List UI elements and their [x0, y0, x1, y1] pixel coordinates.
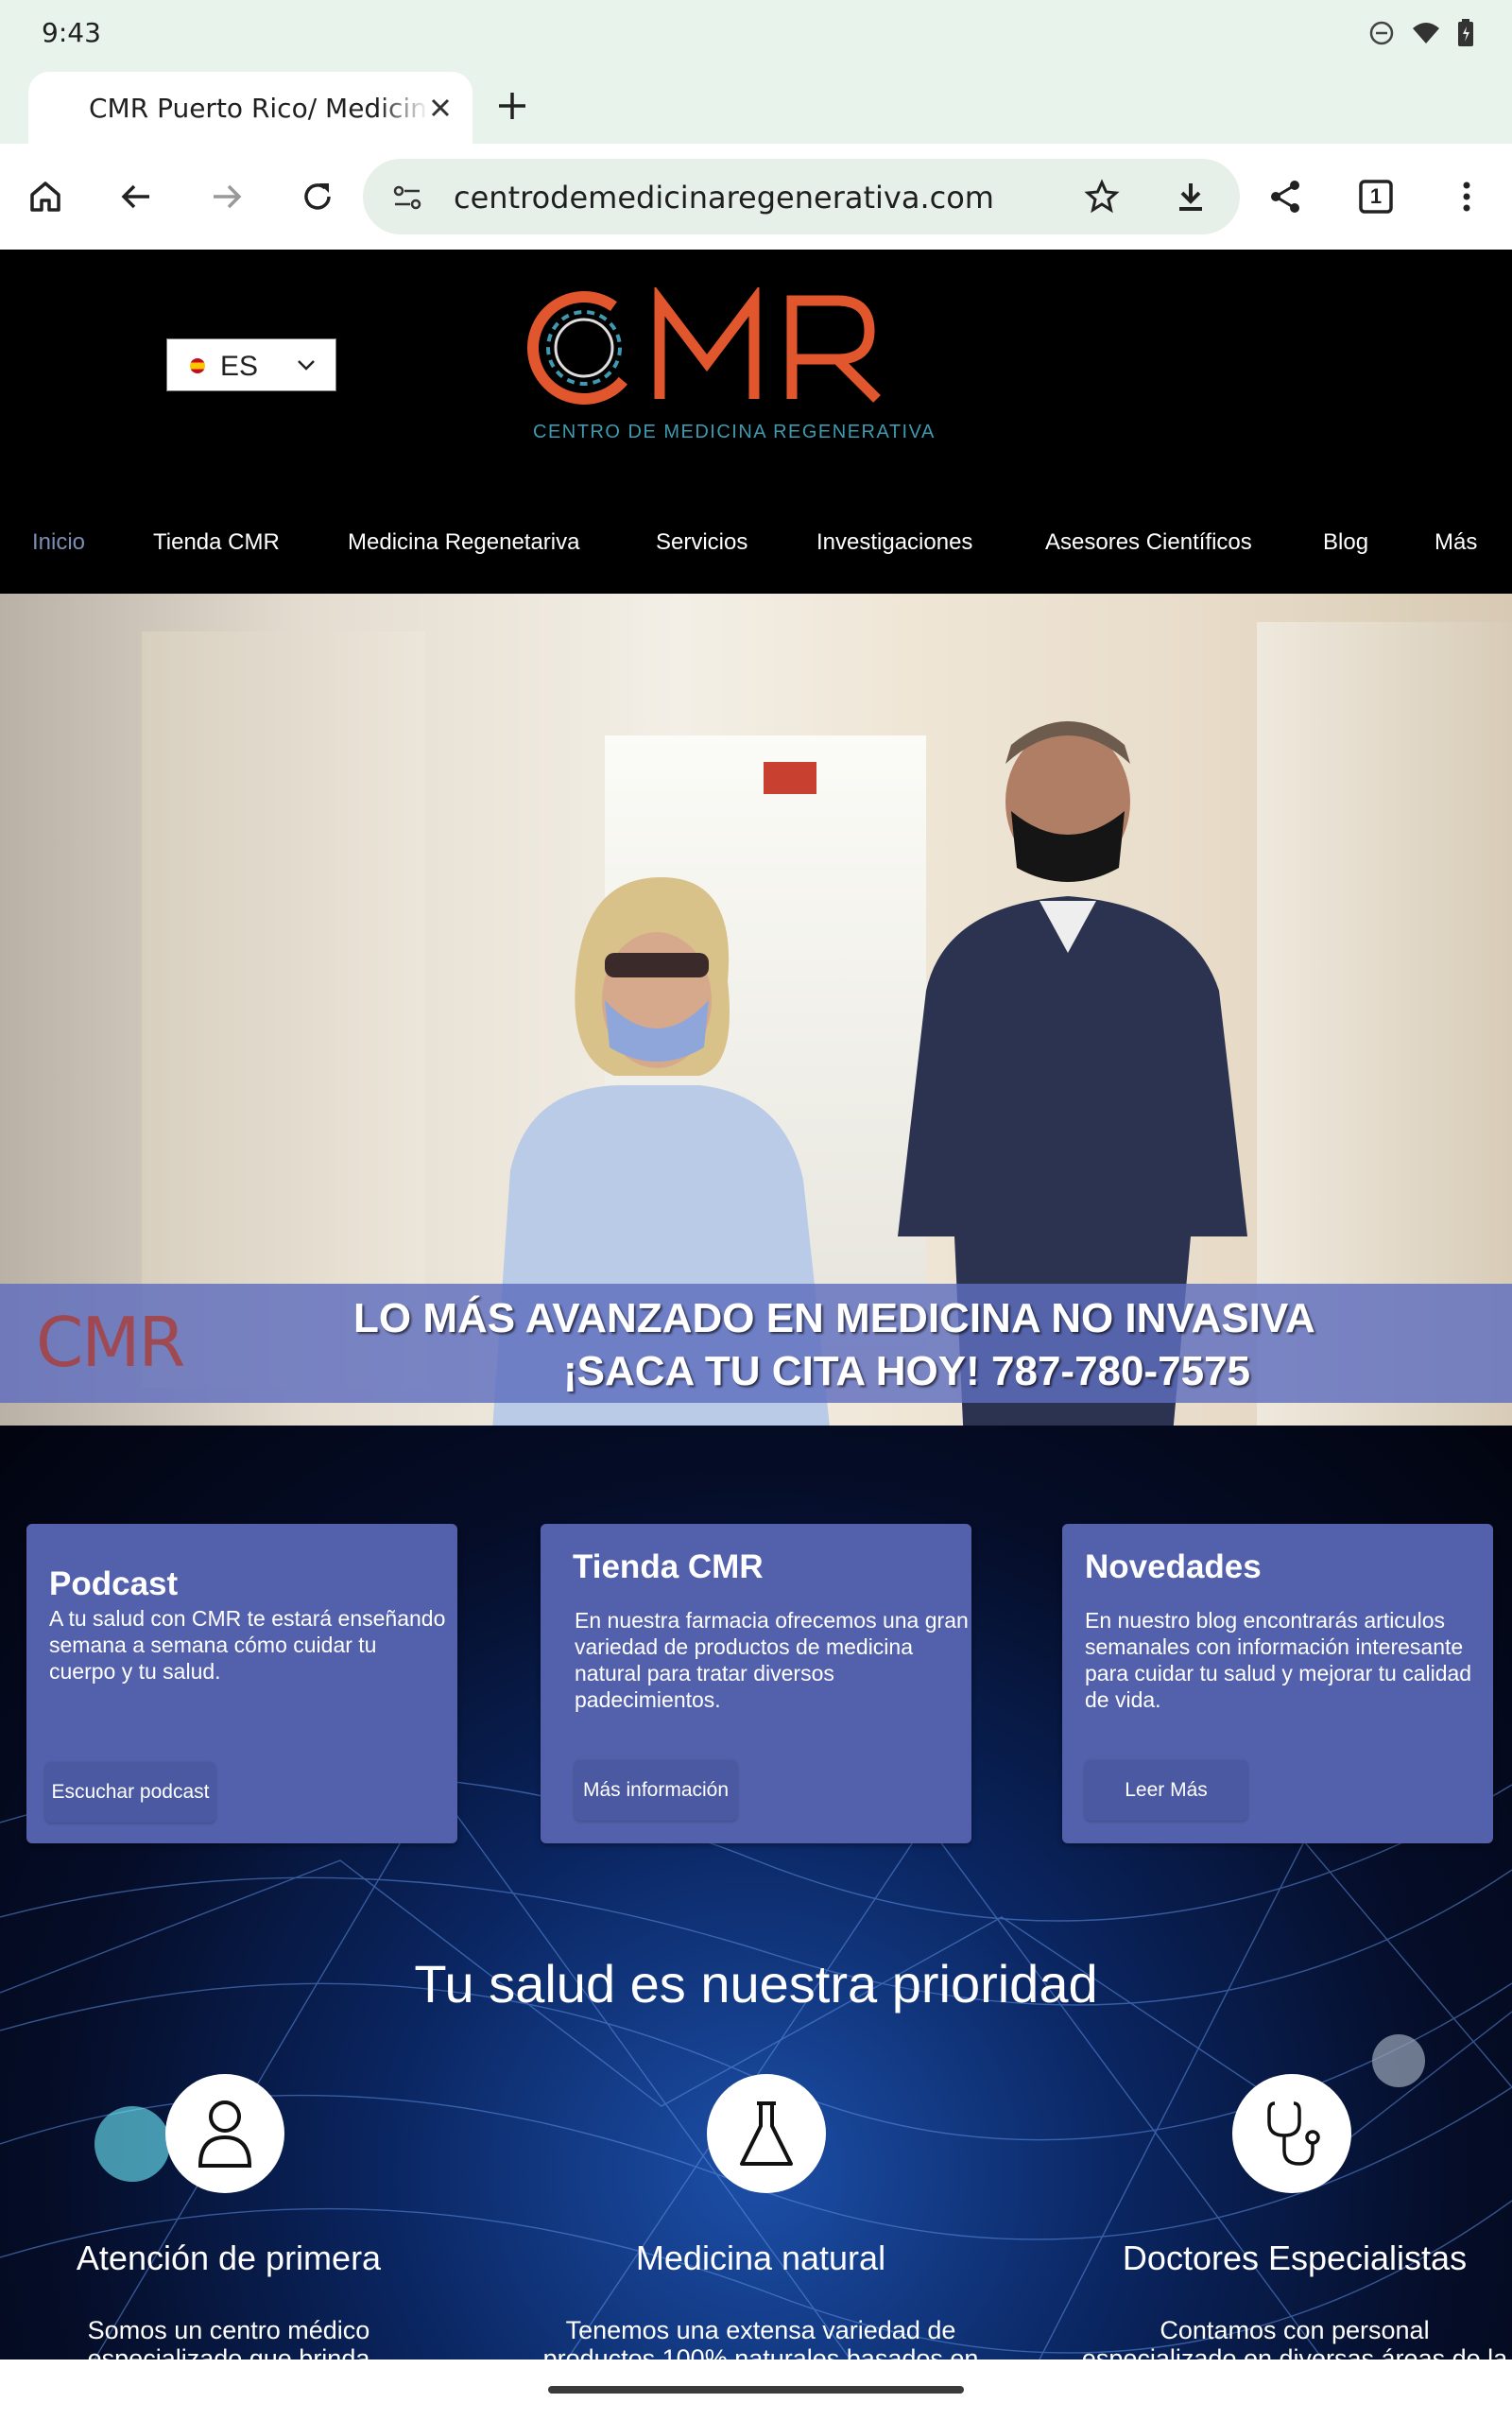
battery-icon [1458, 19, 1473, 46]
feature-text: Contamos con personal especializado en d… [1077, 2316, 1512, 2360]
share-button[interactable] [1259, 170, 1312, 223]
more-info-button[interactable]: Más información [575, 1760, 737, 1821]
logo-subtitle: CENTRO DE MEDICINA REGENERATIVA [533, 422, 936, 442]
close-icon[interactable] [421, 89, 459, 127]
flask-icon [740, 2101, 793, 2166]
feature-icon-circle [707, 2074, 826, 2193]
feature-text-line: Somos un centro médico [87, 2316, 370, 2344]
reload-button[interactable] [291, 170, 344, 223]
listen-podcast-button[interactable]: Escuchar podcast [45, 1762, 215, 1823]
person-icon [198, 2100, 252, 2168]
nav-item-asesores[interactable]: Asesores Científicos [1045, 529, 1252, 556]
card-text: En nuestro blog encontrarás articulos se… [1085, 1608, 1472, 1712]
feature-text-line: Contamos con personal [1160, 2316, 1430, 2344]
status-icons [1368, 19, 1474, 47]
card-title: Tienda CMR [573, 1548, 764, 1585]
card-text: A tu salud con CMR te estará enseñando s… [49, 1606, 446, 1684]
tienda-card: Tienda CMR En nuestra farmacia ofrecemos… [541, 1524, 971, 1843]
browser-toolbar: centrodemedicinaregenerativa.com 1 [0, 144, 1512, 250]
site-logo[interactable]: CENTRO DE MEDICINA REGENERATIVA [525, 285, 934, 458]
new-tab-icon[interactable] [491, 85, 533, 127]
feature-icon-circle [1232, 2074, 1351, 2193]
status-time: 9:43 [42, 17, 101, 48]
stethoscope-icon [1267, 2101, 1320, 2166]
forward-button[interactable] [200, 170, 253, 223]
hallway-wall-left [142, 631, 425, 1388]
home-gesture-handle[interactable] [548, 2386, 964, 2394]
url-text: centrodemedicinaregenerativa.com [454, 180, 994, 216]
chevron-down-icon [298, 360, 315, 371]
feature-icon-circle [165, 2074, 284, 2193]
spain-flag-icon [190, 358, 205, 373]
main-nav: Inicio Tienda CMR Medicina Regenetariva … [0, 529, 1512, 567]
nav-item-blog[interactable]: Blog [1323, 529, 1368, 556]
bookmark-star-icon[interactable] [1083, 178, 1121, 216]
arrow-left-icon [121, 184, 149, 209]
browser-tab[interactable]: CMR Puerto Rico/ Medicina Regenerativa [28, 72, 472, 144]
card-title: Novedades [1085, 1548, 1262, 1585]
arrow-right-icon [214, 184, 242, 209]
download-icon[interactable] [1172, 178, 1210, 216]
tab-strip: CMR Puerto Rico/ Medicina Regenerativa [0, 68, 1512, 144]
address-bar[interactable]: centrodemedicinaregenerativa.com [363, 159, 1240, 234]
site-header: ES CENTRO DE MEDICINA REGENERATIVA Inici… [0, 250, 1512, 594]
nav-item-servicios[interactable]: Servicios [656, 529, 747, 556]
language-selector[interactable]: ES [166, 338, 336, 391]
back-button[interactable] [110, 170, 163, 223]
menu-button[interactable] [1440, 170, 1493, 223]
card-title: Podcast [49, 1565, 179, 1602]
site-settings-icon[interactable] [391, 182, 423, 214]
banner-headline: LO MÁS AVANZADO EN MEDICINA NO INVASIVA [353, 1295, 1315, 1341]
hero-banner: CMR LO MÁS AVANZADO EN MEDICINA NO INVAS… [0, 1284, 1512, 1403]
read-more-button[interactable]: Leer Más [1085, 1760, 1247, 1821]
banner-cta: ¡SACA TU CITA HOY! 787-780-7575 [563, 1348, 1251, 1394]
priority-heading: Tu salud es nuestra prioridad [414, 1954, 1098, 2014]
podcast-card: Podcast A tu salud con CMR te estará ens… [26, 1524, 457, 1843]
exit-sign [764, 762, 816, 794]
tab-switcher-button[interactable]: 1 [1349, 170, 1402, 223]
feature-text: Somos un centro médico especializado que… [40, 2316, 418, 2360]
dnd-icon [1369, 21, 1394, 45]
tab-title: CMR Puerto Rico/ Medicina Regenerativa [89, 93, 429, 124]
tab-count: 1 [1369, 184, 1383, 208]
share-icon [1271, 181, 1299, 213]
feature-title: Doctores Especialistas [1122, 2238, 1468, 2277]
nav-item-mas[interactable]: Más [1435, 529, 1477, 556]
banner-logo: CMR [36, 1303, 185, 1382]
more-vert-icon [1463, 182, 1470, 212]
feature-text-line: Tenemos una extensa variedad de [565, 2316, 956, 2344]
wifi-icon [1413, 23, 1439, 43]
card-text: En nuestra farmacia ofrecemos una gran v… [575, 1608, 969, 1712]
content-section: Podcast A tu salud con CMR te estará ens… [0, 1426, 1512, 2360]
novedades-card: Novedades En nuestro blog encontrarás ar… [1062, 1524, 1493, 1843]
feature-text: Tenemos una extensa variedad de producto… [524, 2316, 997, 2360]
nav-item-investigaciones[interactable]: Investigaciones [816, 529, 972, 556]
nav-item-inicio[interactable]: Inicio [32, 529, 85, 556]
feature-title: Atención de primera [76, 2238, 382, 2277]
feature-title: Medicina natural [635, 2238, 886, 2277]
home-button[interactable] [19, 170, 72, 223]
nav-item-tienda[interactable]: Tienda CMR [153, 529, 280, 556]
nav-item-medicina[interactable]: Medicina Regenetariva [348, 529, 579, 556]
reload-icon [304, 183, 331, 210]
gesture-bar [0, 2360, 1512, 2420]
language-code: ES [220, 351, 259, 382]
hero-video[interactable]: CMR LO MÁS AVANZADO EN MEDICINA NO INVAS… [0, 594, 1512, 1426]
cmr-logo-mark [527, 285, 881, 405]
feature-text-line: especializado en diversas áreas de la [1081, 2344, 1508, 2360]
status-bar: 9:43 [0, 0, 1512, 68]
feature-text-line: especializado que brinda [87, 2344, 370, 2360]
home-icon [30, 182, 60, 212]
feature-text-line: productos 100% naturales basados en [542, 2344, 979, 2360]
